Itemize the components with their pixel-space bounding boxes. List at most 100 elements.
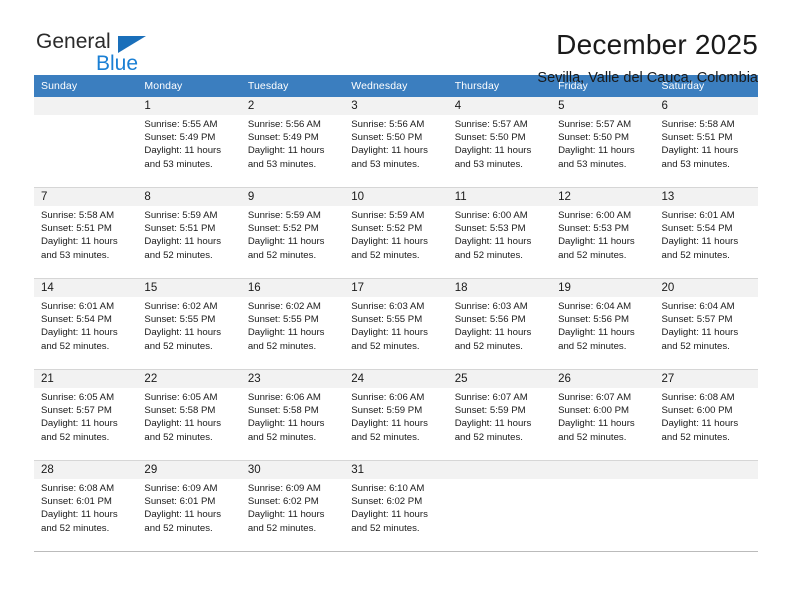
day-number: 1 [137, 97, 241, 115]
daylight-text-line2: and 52 minutes. [144, 340, 213, 352]
day-number: 22 [137, 370, 241, 388]
day-cell[interactable]: 12 Sunrise: 6:00 AM Sunset: 5:53 PM Dayligh… [551, 187, 655, 279]
day-number: 30 [240, 461, 345, 479]
sunset-text: Sunset: 5:51 PM [661, 132, 733, 144]
sunset-text: Sunset: 5:53 PM [454, 223, 526, 235]
day-number [34, 97, 138, 115]
daylight-text-line2: and 52 minutes. [661, 431, 730, 443]
day-details: Sunrise: 6:00 AM Sunset: 5:53 PM Daylight:… [551, 206, 654, 262]
day-cell[interactable]: 2 Sunrise: 5:56 AM Sunset: 5:49 PM Daylight… [240, 97, 345, 188]
day-details: Sunrise: 6:03 AM Sunset: 5:56 PM Daylight:… [448, 297, 551, 353]
day-cell[interactable]: 7 Sunrise: 5:58 AM Sunset: 5:51 PM Daylight… [34, 187, 138, 279]
day-cell[interactable]: 21 Sunrise: 6:05 AM Sunset: 5:57 PM Dayligh… [34, 369, 138, 461]
daylight-text-line1: Daylight: 11 hours [144, 509, 222, 521]
sunset-text: Sunset: 6:02 PM [247, 496, 319, 508]
day-number: 20 [654, 279, 758, 297]
day-number [447, 461, 552, 479]
daylight-text-line2: and 53 minutes. [247, 158, 317, 170]
day-cell[interactable]: 10 Sunrise: 5:59 AM Sunset: 5:52 PM Dayligh… [344, 187, 448, 279]
sunset-text: Sunset: 5:59 PM [351, 405, 423, 417]
day-cell[interactable]: 5 Sunrise: 5:57 AM Sunset: 5:50 PM Daylight… [551, 97, 655, 188]
day-number: 24 [344, 370, 448, 388]
day-cell[interactable]: 25 Sunrise: 6:07 AM Sunset: 5:59 PM Dayligh… [447, 369, 552, 461]
day-cell[interactable]: 18 Sunrise: 6:03 AM Sunset: 5:56 PM Dayligh… [447, 278, 552, 370]
daylight-text-line2: and 53 minutes. [351, 158, 420, 170]
page-header: General Blue December 2025 Sevilla, Vall… [0, 0, 792, 86]
day-number: 16 [240, 279, 345, 297]
daylight-text-line1: Daylight: 11 hours [247, 236, 325, 248]
day-details: Sunrise: 6:07 AM Sunset: 5:59 PM Daylight:… [448, 388, 551, 444]
day-cell[interactable]: 4 Sunrise: 5:57 AM Sunset: 5:50 PM Daylight… [447, 97, 552, 188]
day-cell[interactable]: 1 Sunrise: 5:55 AM Sunset: 5:49 PM Daylight… [137, 97, 241, 188]
day-cell[interactable]: 3 Sunrise: 5:56 AM Sunset: 5:50 PM Daylight… [344, 97, 448, 188]
day-cell[interactable]: 14 Sunrise: 6:01 AM Sunset: 5:54 PM Dayligh… [34, 278, 138, 370]
sunrise-text: Sunrise: 5:57 AM [558, 119, 632, 130]
sunrise-text: Sunrise: 6:09 AM [144, 483, 218, 494]
day-cell[interactable]: 8 Sunrise: 5:59 AM Sunset: 5:51 PM Daylight… [137, 187, 241, 279]
day-details: Sunrise: 6:09 AM Sunset: 6:01 PM Daylight:… [137, 479, 240, 535]
day-cell[interactable]: 27 Sunrise: 6:08 AM Sunset: 6:00 PM Dayligh… [654, 369, 758, 461]
day-cell[interactable]: 11 Sunrise: 6:00 AM Sunset: 5:53 PM Dayligh… [447, 187, 552, 279]
daylight-text-line2: and 52 minutes. [41, 522, 110, 534]
daylight-text-line1: Daylight: 11 hours [351, 145, 428, 157]
sunset-text: Sunset: 5:56 PM [454, 314, 526, 326]
day-cell[interactable]: 23 Sunrise: 6:06 AM Sunset: 5:58 PM Dayligh… [240, 369, 345, 461]
day-cell[interactable]: 6 Sunrise: 5:58 AM Sunset: 5:51 PM Daylight… [654, 97, 758, 188]
day-cell[interactable] [447, 460, 552, 552]
day-cell[interactable] [551, 460, 655, 552]
daylight-text-line2: and 52 minutes. [661, 340, 730, 352]
day-cell[interactable]: 30 Sunrise: 6:09 AM Sunset: 6:02 PM Dayligh… [240, 460, 345, 552]
daylight-text-line1: Daylight: 11 hours [247, 509, 325, 521]
daylight-text-line1: Daylight: 11 hours [558, 236, 635, 248]
sunrise-text: Sunrise: 6:02 AM [247, 301, 321, 312]
sunrise-text: Sunrise: 5:59 AM [351, 210, 425, 221]
daylight-text-line1: Daylight: 11 hours [247, 145, 325, 157]
day-number: 29 [137, 461, 241, 479]
sunrise-text: Sunrise: 6:06 AM [351, 392, 425, 403]
day-details: Sunrise: 6:08 AM Sunset: 6:01 PM Daylight:… [34, 479, 137, 535]
weekday-header-sunday: Sunday [34, 75, 138, 97]
sunset-text: Sunset: 5:53 PM [558, 223, 630, 235]
daylight-text-line2: and 52 minutes. [558, 431, 627, 443]
day-details [34, 115, 137, 118]
week-row: 7 Sunrise: 5:58 AM Sunset: 5:51 PM Daylight… [34, 187, 758, 279]
sunset-text: Sunset: 5:51 PM [144, 223, 216, 235]
day-details: Sunrise: 6:06 AM Sunset: 5:58 PM Daylight:… [241, 388, 344, 444]
generalblue-logo[interactable]: General Blue [34, 28, 166, 76]
sunset-text: Sunset: 5:50 PM [454, 132, 526, 144]
day-cell[interactable]: 19 Sunrise: 6:04 AM Sunset: 5:56 PM Dayligh… [551, 278, 655, 370]
day-cell[interactable]: 22 Sunrise: 6:05 AM Sunset: 5:58 PM Dayligh… [137, 369, 241, 461]
day-cell[interactable] [34, 97, 138, 188]
day-cell[interactable]: 13 Sunrise: 6:01 AM Sunset: 5:54 PM Dayligh… [654, 187, 758, 279]
day-details: Sunrise: 5:59 AM Sunset: 5:52 PM Daylight:… [241, 206, 344, 262]
day-number: 28 [34, 461, 138, 479]
day-cell[interactable]: 24 Sunrise: 6:06 AM Sunset: 5:59 PM Dayligh… [344, 369, 448, 461]
sunset-text: Sunset: 5:55 PM [351, 314, 423, 326]
daylight-text-line2: and 53 minutes. [661, 158, 730, 170]
day-cell[interactable]: 20 Sunrise: 6:04 AM Sunset: 5:57 PM Dayligh… [654, 278, 758, 370]
day-cell[interactable]: 31 Sunrise: 6:10 AM Sunset: 6:02 PM Dayligh… [344, 460, 448, 552]
daylight-text-line1: Daylight: 11 hours [454, 145, 532, 157]
day-cell[interactable]: 28 Sunrise: 6:08 AM Sunset: 6:01 PM Dayligh… [34, 460, 138, 552]
day-cell[interactable] [654, 460, 758, 552]
day-number: 19 [551, 279, 655, 297]
daylight-text-line2: and 52 minutes. [558, 249, 627, 261]
daylight-text-line1: Daylight: 11 hours [454, 418, 532, 430]
day-cell[interactable]: 16 Sunrise: 6:02 AM Sunset: 5:55 PM Dayligh… [240, 278, 345, 370]
day-details: Sunrise: 5:58 AM Sunset: 5:51 PM Daylight:… [34, 206, 137, 262]
sunset-text: Sunset: 5:49 PM [247, 132, 319, 144]
day-cell[interactable]: 15 Sunrise: 6:02 AM Sunset: 5:55 PM Dayligh… [137, 278, 241, 370]
day-cell[interactable]: 17 Sunrise: 6:03 AM Sunset: 5:55 PM Dayligh… [344, 278, 448, 370]
daylight-text-line2: and 52 minutes. [144, 522, 213, 534]
day-cell[interactable]: 9 Sunrise: 5:59 AM Sunset: 5:52 PM Daylight… [240, 187, 345, 279]
day-number: 31 [344, 461, 448, 479]
daylight-text-line1: Daylight: 11 hours [247, 327, 325, 339]
daylight-text-line2: and 52 minutes. [247, 522, 317, 534]
day-cell[interactable]: 29 Sunrise: 6:09 AM Sunset: 6:01 PM Dayligh… [137, 460, 241, 552]
sunset-text: Sunset: 5:56 PM [558, 314, 630, 326]
day-number: 23 [240, 370, 345, 388]
day-cell[interactable]: 26 Sunrise: 6:07 AM Sunset: 6:00 PM Dayligh… [551, 369, 655, 461]
daylight-text-line1: Daylight: 11 hours [41, 418, 118, 430]
sunset-text: Sunset: 5:52 PM [247, 223, 319, 235]
day-details: Sunrise: 6:05 AM Sunset: 5:57 PM Daylight:… [34, 388, 137, 444]
